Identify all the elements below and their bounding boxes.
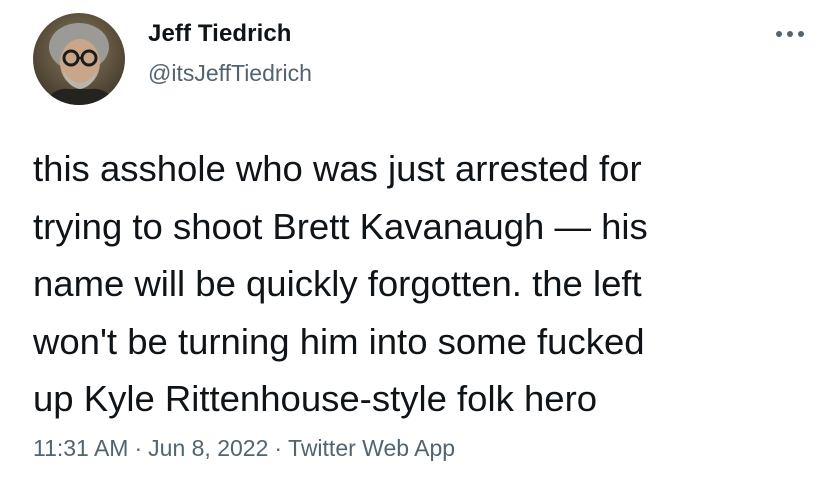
author-handle[interactable]: @itsJeffTiedrich bbox=[148, 60, 312, 87]
more-options-button[interactable] bbox=[770, 22, 810, 46]
tweet-text: this asshole who was just arrested for t… bbox=[33, 148, 648, 419]
tweet-source[interactable]: Twitter Web App bbox=[288, 435, 455, 461]
more-horizontal-icon bbox=[776, 31, 804, 37]
meta-separator: · bbox=[274, 435, 283, 461]
tweet-meta: 11:31 AM · Jun 8, 2022 · Twitter Web App bbox=[33, 435, 455, 462]
author-display-name[interactable]: Jeff Tiedrich bbox=[148, 20, 292, 48]
avatar-image bbox=[33, 13, 125, 105]
tweet-card: Jeff Tiedrich @itsJeffTiedrich this assh… bbox=[0, 0, 828, 482]
avatar[interactable] bbox=[33, 13, 125, 105]
tweet-time[interactable]: 11:31 AM bbox=[33, 435, 128, 461]
meta-separator: · bbox=[134, 435, 143, 461]
tweet-date[interactable]: Jun 8, 2022 bbox=[148, 435, 268, 461]
